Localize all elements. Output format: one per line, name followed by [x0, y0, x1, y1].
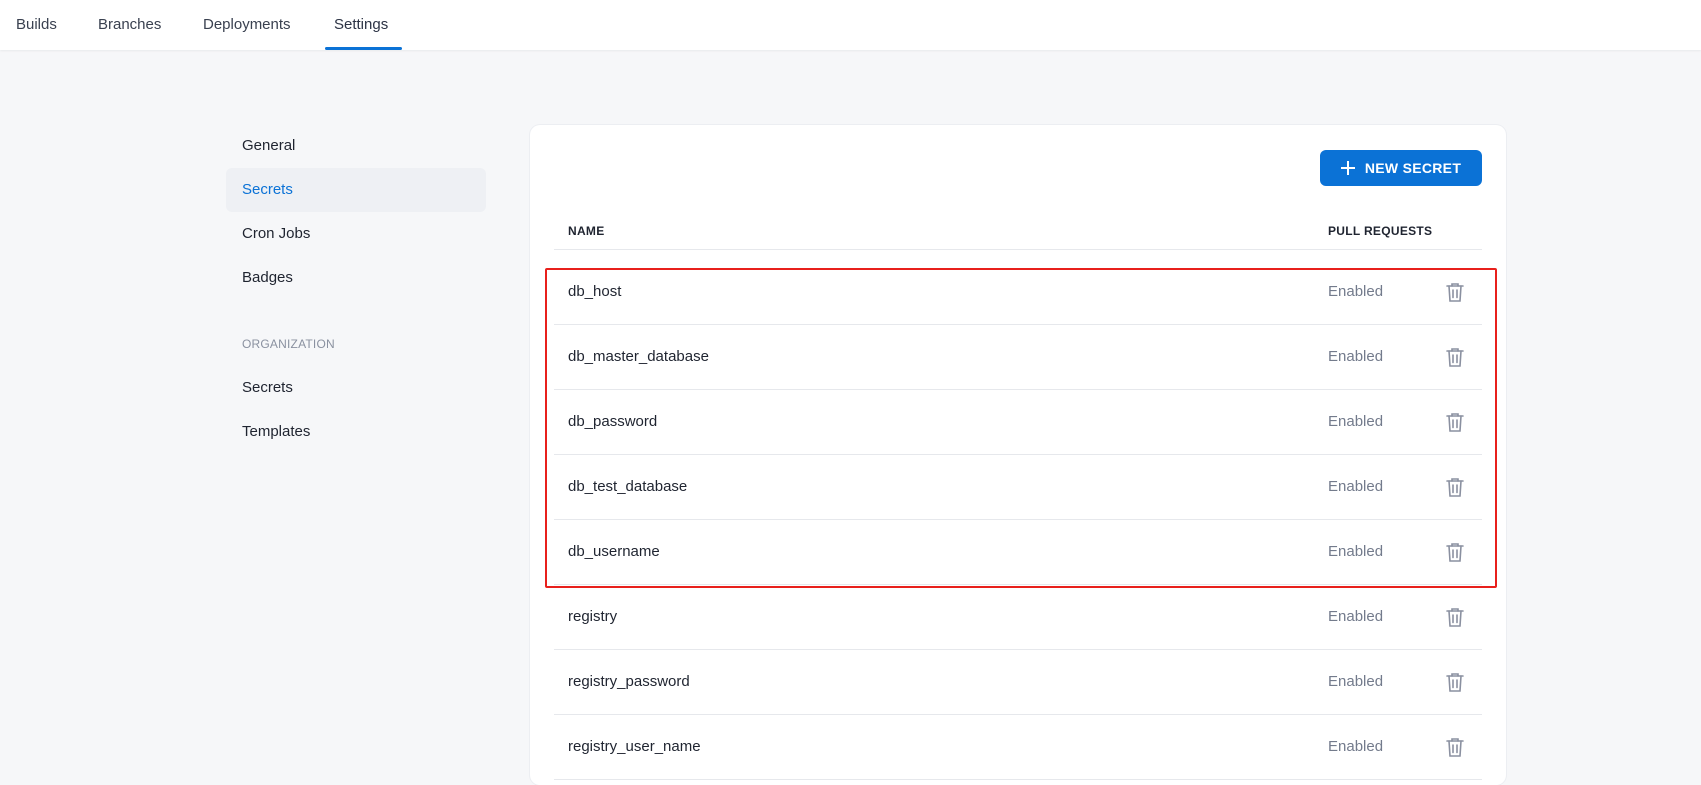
- column-header-name: NAME: [568, 224, 605, 238]
- column-header-pull-requests: PULL REQUESTS: [1328, 224, 1433, 238]
- sidebar-item-templates[interactable]: Templates: [226, 410, 486, 454]
- pull-requests-status: Enabled: [1328, 348, 1384, 365]
- pull-requests-status: Enabled: [1328, 608, 1384, 625]
- pull-requests-status: Enabled: [1328, 478, 1384, 495]
- settings-sidebar: General Secrets Cron Jobs Badges ORGANIZ…: [226, 124, 486, 454]
- trash-icon[interactable]: [1444, 281, 1466, 303]
- tab-deployments[interactable]: Deployments: [203, 0, 291, 50]
- sidebar-heading-organization: ORGANIZATION: [242, 337, 335, 351]
- trash-icon[interactable]: [1444, 411, 1466, 433]
- new-secret-label: NEW SECRET: [1364, 160, 1462, 176]
- secret-name: db_master_database: [568, 348, 709, 365]
- secret-name: db_host: [568, 283, 622, 300]
- sidebar-item-badges[interactable]: Badges: [226, 256, 486, 300]
- table-row: db_password Enabled: [554, 390, 1482, 455]
- sidebar-item-org-secrets[interactable]: Secrets: [226, 366, 486, 410]
- secrets-card: NEW SECRET NAME PULL REQUESTS db_host En…: [530, 125, 1506, 785]
- secrets-table: db_host Enabled db_master_database Enabl…: [554, 260, 1482, 780]
- trash-icon[interactable]: [1444, 476, 1466, 498]
- trash-icon[interactable]: [1444, 736, 1466, 758]
- table-row: db_master_database Enabled: [554, 325, 1482, 390]
- pull-requests-status: Enabled: [1328, 413, 1384, 430]
- table-row: registry_user_name Enabled: [554, 715, 1482, 780]
- plus-icon: [1340, 161, 1355, 175]
- secret-name: registry_password: [568, 673, 690, 690]
- trash-icon[interactable]: [1444, 346, 1466, 368]
- sidebar-item-secrets[interactable]: Secrets: [226, 168, 486, 212]
- pull-requests-status: Enabled: [1328, 738, 1384, 755]
- sidebar-item-general[interactable]: General: [226, 124, 486, 168]
- secret-name: db_username: [568, 543, 660, 560]
- pull-requests-status: Enabled: [1328, 283, 1384, 300]
- table-row: registry_password Enabled: [554, 650, 1482, 715]
- secret-name: db_test_database: [568, 478, 688, 495]
- trash-icon[interactable]: [1444, 671, 1466, 693]
- secret-name: db_password: [568, 413, 658, 430]
- trash-icon[interactable]: [1444, 541, 1466, 563]
- table-row: db_host Enabled: [554, 260, 1482, 325]
- tab-branches[interactable]: Branches: [98, 0, 161, 50]
- sidebar-item-cron-jobs[interactable]: Cron Jobs: [226, 212, 486, 256]
- pull-requests-status: Enabled: [1328, 543, 1384, 560]
- pull-requests-status: Enabled: [1328, 673, 1384, 690]
- top-nav: Builds Branches Deployments Settings: [0, 0, 1701, 50]
- active-tab-indicator: [325, 47, 402, 50]
- tab-builds[interactable]: Builds: [16, 0, 57, 50]
- trash-icon[interactable]: [1444, 606, 1466, 628]
- table-row: db_test_database Enabled: [554, 455, 1482, 520]
- table-row: db_username Enabled: [554, 520, 1482, 585]
- secret-name: registry_user_name: [568, 738, 701, 755]
- table-row: registry Enabled: [554, 585, 1482, 650]
- tab-settings[interactable]: Settings: [334, 0, 388, 50]
- new-secret-button[interactable]: NEW SECRET: [1320, 150, 1482, 186]
- secret-name: registry: [568, 608, 618, 625]
- table-header: NAME PULL REQUESTS: [554, 213, 1482, 250]
